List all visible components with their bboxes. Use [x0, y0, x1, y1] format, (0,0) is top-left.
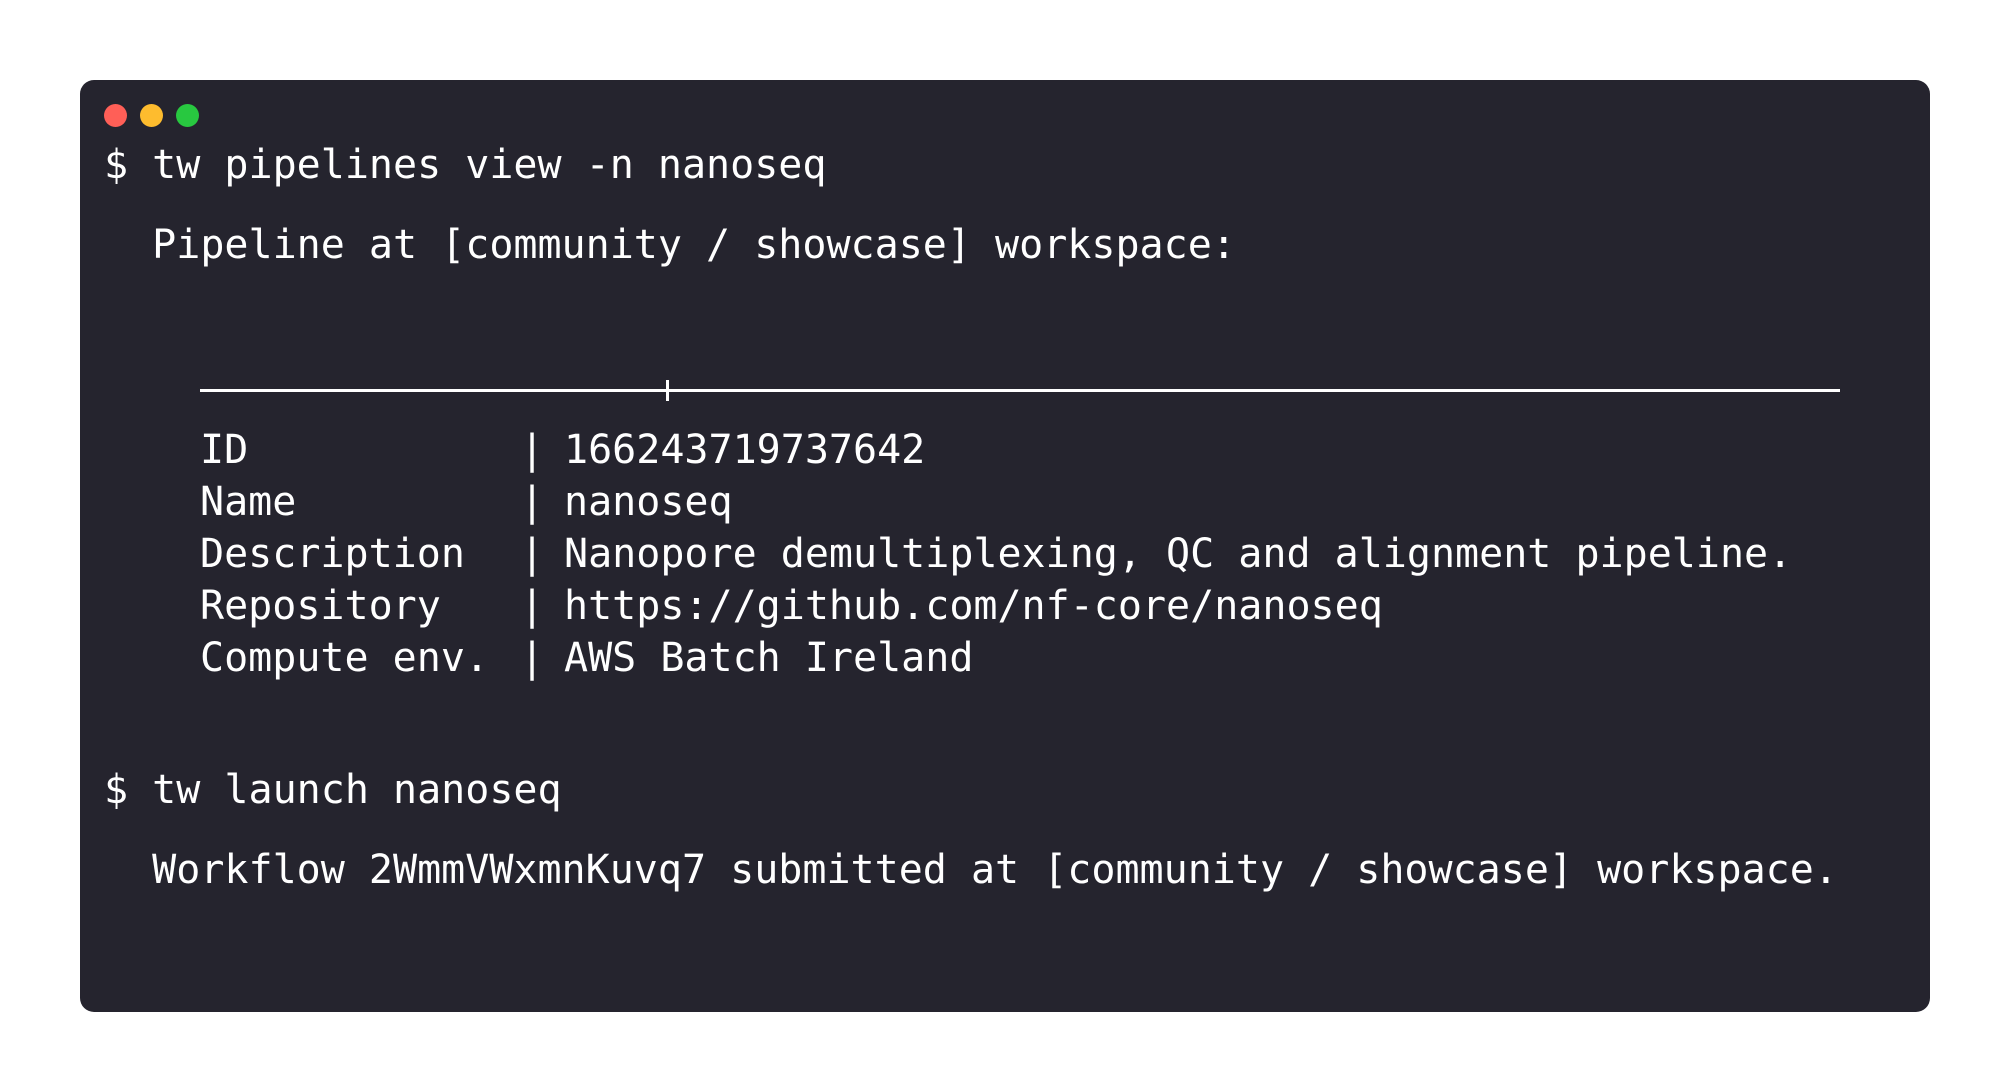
table-key: Repository [200, 583, 441, 629]
table-separator: | [520, 427, 545, 473]
table-row-id: ID | 166243719737642 [200, 426, 925, 474]
table-value: nanoseq [564, 479, 733, 525]
table-key: Name [200, 479, 297, 525]
terminal-window: $ tw pipelines view -n nanoseq Pipeline … [80, 80, 1930, 1012]
window-controls [104, 104, 199, 127]
command-line-1: $ tw pipelines view -n nanoseq [104, 142, 827, 188]
table-value: 166243719737642 [564, 427, 926, 473]
table-row-description: Description | Nanopore demultiplexing, Q… [200, 530, 1792, 578]
table-divider [200, 376, 1840, 406]
table-value: https://github.com/nf-core/nanoseq [564, 583, 1383, 629]
close-button[interactable] [104, 104, 127, 127]
table-key: Description [200, 531, 465, 577]
minimize-button[interactable] [140, 104, 163, 127]
table-separator: | [520, 479, 545, 525]
maximize-button[interactable] [176, 104, 199, 127]
table-value: Nanopore demultiplexing, QC and alignmen… [564, 531, 1793, 577]
table-key: Compute env. [200, 635, 489, 681]
table-row-compute-env: Compute env. | AWS Batch Ireland [200, 634, 973, 682]
table-separator: | [520, 583, 545, 629]
command-line-2: $ tw launch nanoseq [104, 767, 562, 813]
output-result: Workflow 2WmmVWxmnKuvq7 submitted at [co… [104, 847, 1838, 893]
table-key: ID [200, 427, 249, 473]
table-separator: | [520, 635, 545, 681]
table-row-repository: Repository | https://github.com/nf-core/… [200, 582, 1383, 630]
table-row-name: Name | nanoseq [200, 478, 733, 526]
output-header: Pipeline at [community / showcase] works… [104, 222, 1236, 268]
table-separator: | [520, 531, 545, 577]
table-value: AWS Batch Ireland [564, 635, 974, 681]
